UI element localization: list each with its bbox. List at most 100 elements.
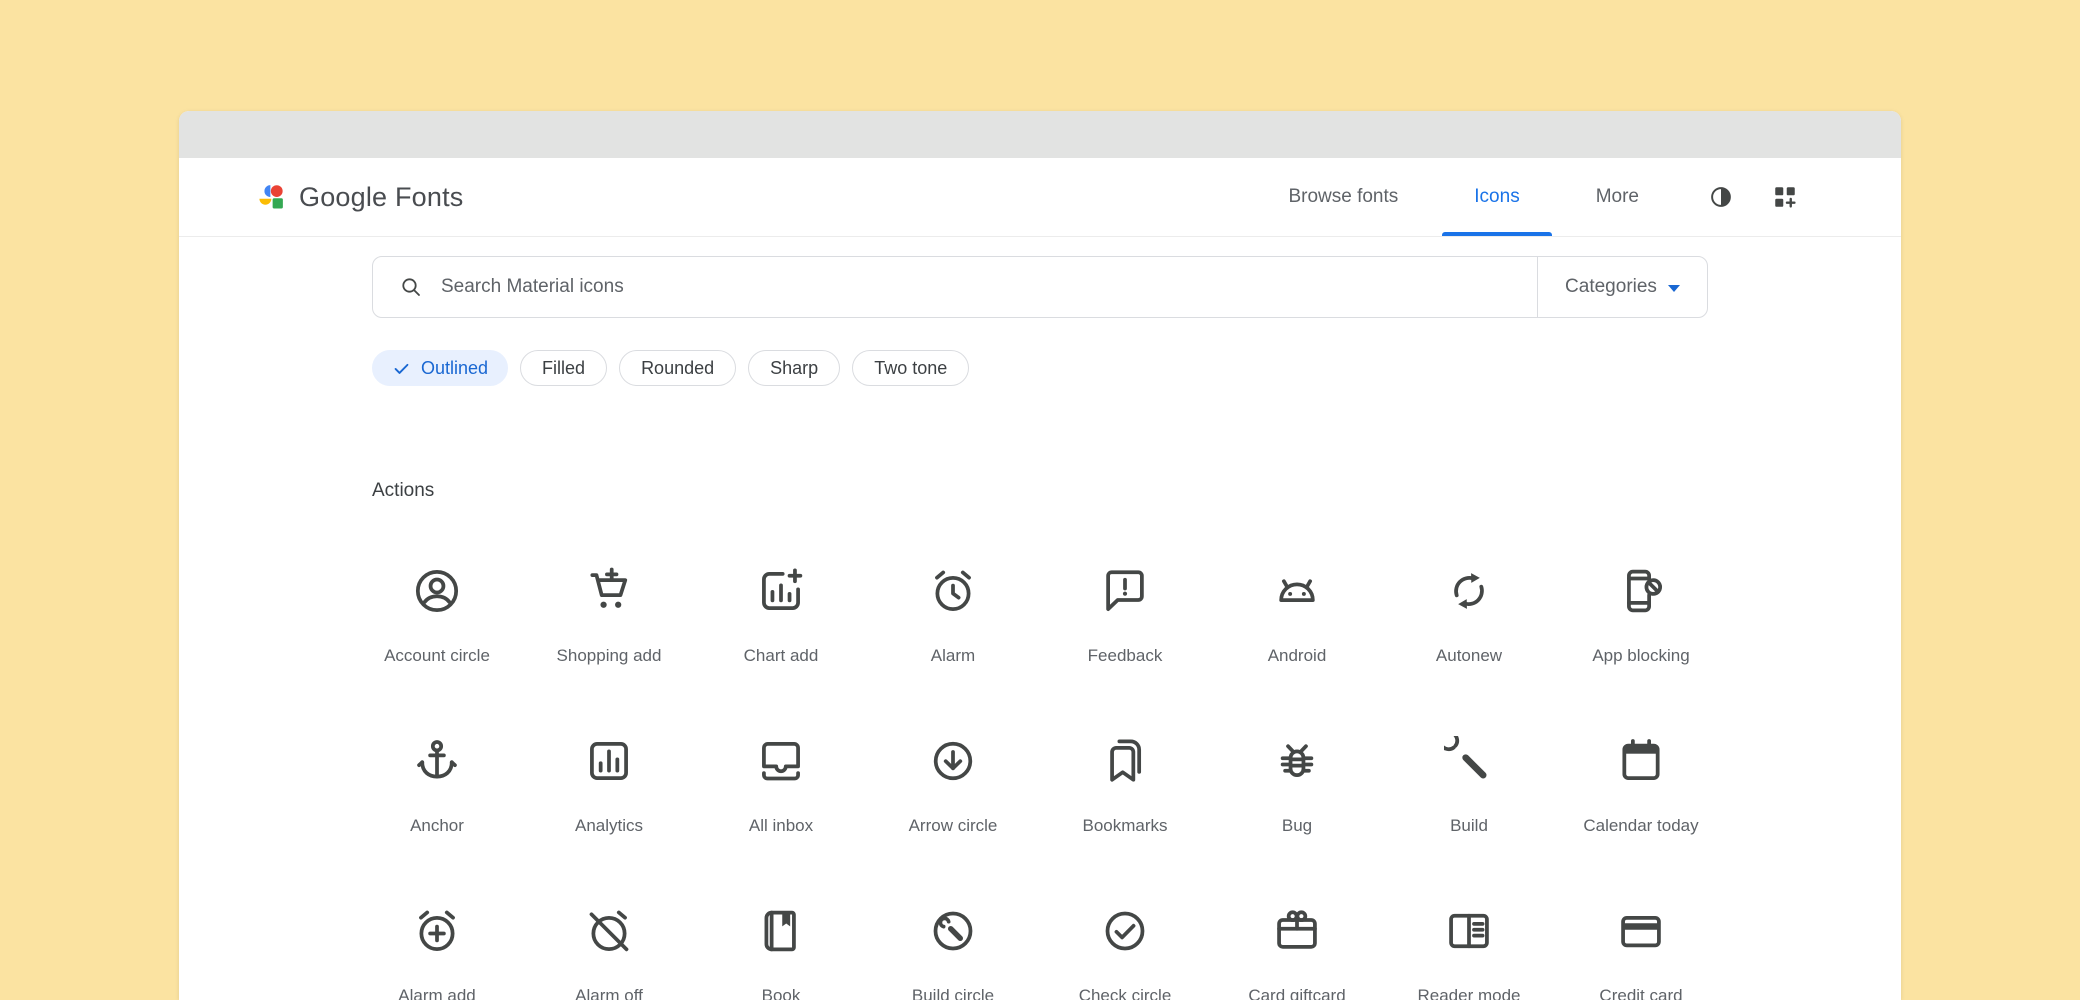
- app-header: Google Fonts Browse fonts Icons More: [179, 158, 1901, 237]
- icon-card-bug[interactable]: Bug: [1211, 709, 1383, 879]
- autorenew-icon: [1444, 566, 1494, 616]
- card-giftcard-icon: [1272, 906, 1322, 956]
- icon-label: Autonew: [1436, 646, 1502, 666]
- google-fonts-logo-icon: [256, 182, 286, 212]
- search-input[interactable]: [431, 257, 1537, 317]
- main-nav: Browse fonts Icons More: [1250, 158, 1805, 236]
- icon-label: Calendar today: [1583, 816, 1698, 836]
- icon-card-alarm[interactable]: Alarm: [867, 539, 1039, 709]
- book-icon: [756, 906, 806, 956]
- build-icon: [1444, 736, 1494, 786]
- anchor-icon: [412, 736, 462, 786]
- icon-label: Card giftcard: [1248, 986, 1345, 1000]
- alarm-icon: [928, 566, 978, 616]
- browser-window: Google Fonts Browse fonts Icons More: [179, 111, 1901, 1000]
- chip-label: Two tone: [874, 358, 947, 379]
- icon-card-android[interactable]: Android: [1211, 539, 1383, 709]
- icon-label: Alarm: [931, 646, 975, 666]
- icon-label: Bookmarks: [1082, 816, 1167, 836]
- icon-card-autorenew[interactable]: Autonew: [1383, 539, 1555, 709]
- icon-card-build-circle[interactable]: Build circle: [867, 879, 1039, 1000]
- icon-card-check-circle[interactable]: Check circle: [1039, 879, 1211, 1000]
- icon-card-analytics[interactable]: Analytics: [523, 709, 695, 879]
- window-titlebar: [179, 111, 1901, 158]
- reader-mode-icon: [1444, 906, 1494, 956]
- icon-card-build[interactable]: Build: [1383, 709, 1555, 879]
- account-circle-icon: [412, 566, 462, 616]
- icon-card-book[interactable]: Book: [695, 879, 867, 1000]
- shopping-cart-add-icon: [584, 566, 634, 616]
- style-filter-chips: Outlined Filled Rounded Sharp Two tone: [372, 350, 1708, 386]
- icon-label: Arrow circle: [909, 816, 998, 836]
- apps-grid-button[interactable]: [1765, 177, 1805, 217]
- icon-label: Reader mode: [1417, 986, 1520, 1000]
- icon-card-account-circle[interactable]: Account circle: [351, 539, 523, 709]
- icon-label: Build: [1450, 816, 1488, 836]
- icon-card-all-inbox[interactable]: All inbox: [695, 709, 867, 879]
- dropdown-caret-icon: [1668, 285, 1680, 292]
- icon-label: Alarm add: [398, 986, 475, 1000]
- chip-label: Filled: [542, 358, 585, 379]
- icon-card-credit-card[interactable]: Credit card: [1555, 879, 1727, 1000]
- search-icon: [373, 275, 431, 299]
- icon-label: Build circle: [912, 986, 994, 1000]
- chip-label: Rounded: [641, 358, 714, 379]
- section-title-actions: Actions: [372, 480, 1901, 502]
- icon-card-chart-add[interactable]: Chart add: [695, 539, 867, 709]
- all-inbox-icon: [756, 736, 806, 786]
- icon-card-arrow-circle[interactable]: Arrow circle: [867, 709, 1039, 879]
- check-circle-icon: [1100, 906, 1150, 956]
- icon-label: Chart add: [744, 646, 819, 666]
- chip-sharp[interactable]: Sharp: [748, 350, 840, 386]
- google-fonts-logo[interactable]: Google Fonts: [256, 182, 464, 213]
- tab-browse-fonts[interactable]: Browse fonts: [1250, 158, 1436, 236]
- analytics-icon: [584, 736, 634, 786]
- tab-more[interactable]: More: [1558, 158, 1677, 236]
- icon-label: Bug: [1282, 816, 1312, 836]
- icon-card-reader-mode[interactable]: Reader mode: [1383, 879, 1555, 1000]
- app-blocking-icon: [1616, 566, 1666, 616]
- icon-card-app-blocking[interactable]: App blocking: [1555, 539, 1727, 709]
- chip-outlined[interactable]: Outlined: [372, 350, 508, 386]
- tab-icons[interactable]: Icons: [1436, 158, 1557, 236]
- alarm-add-icon: [412, 906, 462, 956]
- icon-label: Account circle: [384, 646, 490, 666]
- chip-filled[interactable]: Filled: [520, 350, 607, 386]
- dark-mode-toggle-button[interactable]: [1701, 177, 1741, 217]
- icon-card-anchor[interactable]: Anchor: [351, 709, 523, 879]
- icon-card-alarm-off[interactable]: Alarm off: [523, 879, 695, 1000]
- search-bar: Categories: [372, 256, 1708, 318]
- alarm-off-icon: [584, 906, 634, 956]
- arrow-circle-down-icon: [928, 736, 978, 786]
- app-title: Google Fonts: [299, 182, 464, 213]
- icon-label: All inbox: [749, 816, 813, 836]
- icon-label: Alarm off: [575, 986, 643, 1000]
- categories-label: Categories: [1565, 276, 1657, 298]
- icon-label: Shopping add: [557, 646, 662, 666]
- android-icon: [1272, 566, 1322, 616]
- build-circle-icon: [928, 906, 978, 956]
- icon-card-feedback[interactable]: Feedback: [1039, 539, 1211, 709]
- feedback-icon: [1100, 566, 1150, 616]
- credit-card-icon: [1616, 906, 1666, 956]
- chip-two-tone[interactable]: Two tone: [852, 350, 969, 386]
- chip-label: Outlined: [421, 358, 488, 379]
- calendar-today-icon: [1616, 736, 1666, 786]
- dark-mode-toggle-icon: [1708, 184, 1734, 210]
- apps-grid-icon: [1772, 184, 1798, 210]
- chart-add-icon: [756, 566, 806, 616]
- icon-card-shopping-add[interactable]: Shopping add: [523, 539, 695, 709]
- bookmarks-icon: [1100, 736, 1150, 786]
- chip-rounded[interactable]: Rounded: [619, 350, 736, 386]
- check-icon: [392, 359, 411, 378]
- icon-label: Android: [1268, 646, 1327, 666]
- icon-card-card-giftcard[interactable]: Card giftcard: [1211, 879, 1383, 1000]
- icon-card-calendar-today[interactable]: Calendar today: [1555, 709, 1727, 879]
- icon-label: App blocking: [1592, 646, 1689, 666]
- categories-dropdown[interactable]: Categories: [1537, 257, 1707, 317]
- icon-label: Anchor: [410, 816, 464, 836]
- icon-card-bookmarks[interactable]: Bookmarks: [1039, 709, 1211, 879]
- icon-label: Analytics: [575, 816, 643, 836]
- icon-label: Check circle: [1079, 986, 1172, 1000]
- icon-card-alarm-add[interactable]: Alarm add: [351, 879, 523, 1000]
